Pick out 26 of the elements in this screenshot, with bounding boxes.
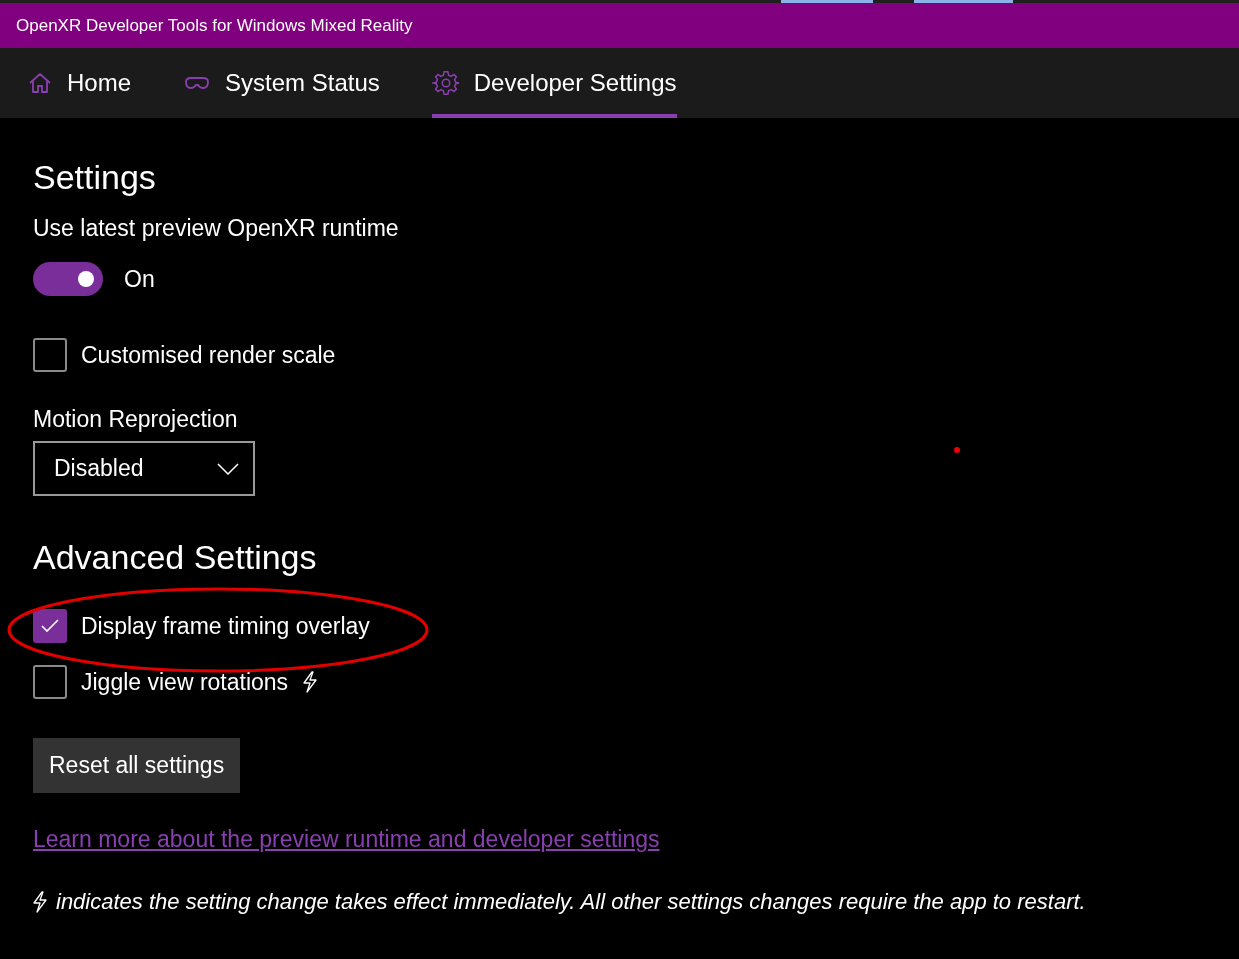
checkbox[interactable] [33,665,67,699]
footnote: indicates the setting change takes effect immediately. All other settings changes require the app to restart. [56,889,1086,915]
section-heading: Settings [33,158,157,197]
toggle-state: On [124,265,155,293]
lightning-icon [32,891,48,913]
toggle-switch[interactable] [33,262,103,296]
setting-label: Motion Reprojection [33,406,239,433]
checkbox[interactable] [33,609,67,643]
checkmark-icon [40,618,60,634]
checkbox[interactable] [33,338,67,372]
nav-tab[interactable]: System Status [183,48,380,118]
section-heading: Advanced Settings [33,538,318,577]
settings-icon [431,70,460,96]
home-icon [27,70,53,96]
checkbox-label: Display frame timing overlay [81,612,370,640]
chevron-down-icon [217,462,239,475]
checkbox-label: Customised render scale [81,341,336,369]
window-title: OpenXR Developer Tools for Windows Mixed Reality [16,15,413,36]
nav-tab[interactable]: Home [27,48,132,118]
dropdown[interactable]: Disabled [33,441,255,496]
nav-tab[interactable]: Developer Settings [431,48,677,118]
checkbox-label: Jiggle view rotations [81,668,289,696]
reset-button[interactable]: Reset all settings [33,738,241,793]
lightning-icon [302,671,319,693]
setting-label: Use latest preview OpenXR runtime [33,215,400,242]
annotation-dot [954,447,960,453]
